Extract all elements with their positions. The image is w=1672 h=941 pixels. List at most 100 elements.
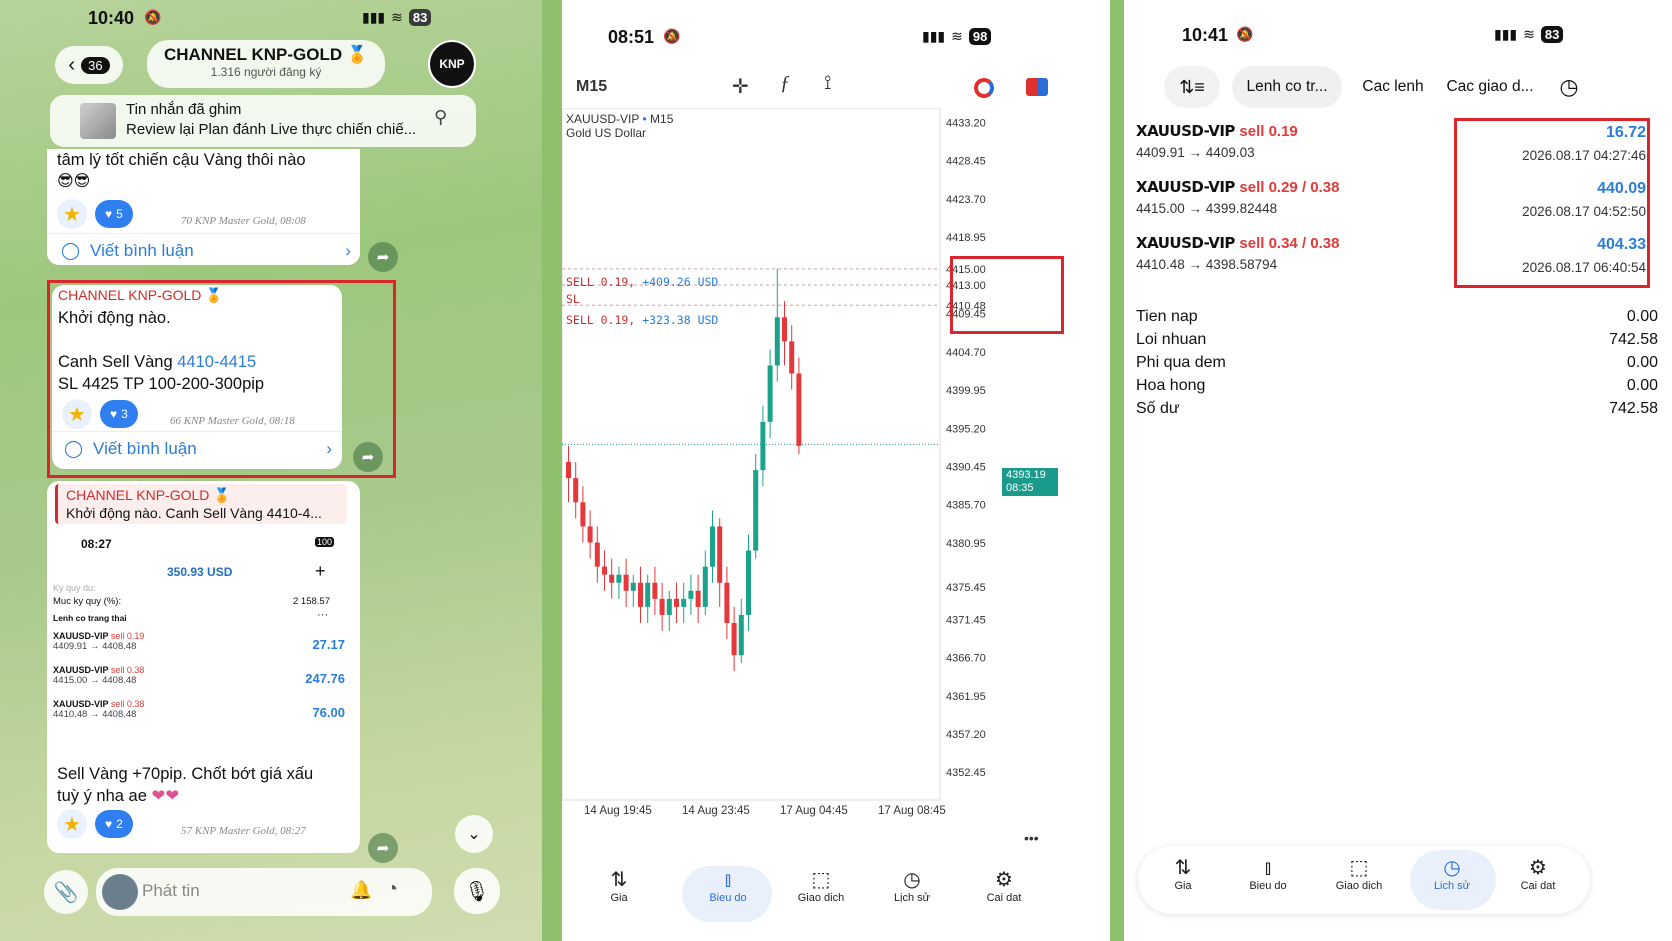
channel-avatar[interactable]: KNP (428, 40, 476, 88)
medal-icon: 🏅 (213, 487, 231, 503)
voice-button[interactable]: 🎙 (454, 868, 500, 914)
message-input[interactable]: Phát tin 🔔 ◔ (96, 868, 432, 916)
nav-gia[interactable]: ⇅ Gia (1158, 856, 1208, 892)
position-line-label[interactable]: SELL 0.19, +409.26 USD (566, 275, 718, 289)
more-icon[interactable]: ••• (1024, 830, 1039, 846)
attach-button[interactable]: 📎 (44, 870, 88, 914)
crosshair-icon[interactable]: ✛ (732, 74, 749, 99)
candle-body (731, 622, 737, 656)
candle-body (796, 373, 802, 446)
status-time: 10:40 (88, 8, 135, 28)
status-icons: ▮▮▮ ≋ 83 (362, 9, 432, 26)
battery: 83 (1540, 26, 1564, 43)
position-line-label[interactable]: SELL 0.19, +323.38 USD (566, 313, 718, 327)
y-tick-label: 4433.20 (946, 117, 986, 129)
star-reaction-icon[interactable]: ★ (57, 199, 87, 229)
inner-label: Ky quy du: (53, 583, 96, 593)
nav-cai-dat[interactable]: ⚙ Cai dat (1508, 856, 1568, 892)
summary-row: Phi qua dem 0.00 (1136, 354, 1658, 371)
chevron-down-icon: ⌄ (467, 826, 481, 843)
status-icons: ▮▮▮ ≋ 98 (922, 28, 992, 45)
nav-lich-su[interactable]: ◷ Lich sử (1422, 856, 1482, 892)
inner-balance: 350.93 USD (167, 565, 233, 579)
scroll-down-button[interactable]: ⌄ (455, 815, 493, 853)
chart-area[interactable]: 4433.20 4428.45 4423.70 4418.95 4415.00 4413.… (562, 108, 1110, 858)
candle-body (710, 526, 715, 567)
tab-open-positions[interactable]: Lenh co tr... (1232, 66, 1342, 108)
current-price-tag: 4393.19 08:35 (1002, 468, 1058, 496)
objects-icon[interactable]: ⟟ (824, 72, 831, 95)
summary: Tien nap 0.00 Loi nhuan 742.58 Phi qua dem… (1136, 308, 1668, 423)
pinned-message-bar[interactable]: Tin nhắn đã ghim Review lại Plan đánh Li… (50, 95, 476, 147)
heart-count: 2 (116, 817, 123, 831)
trend-icon: ⬚ (1349, 857, 1369, 879)
trade-toggle-icon[interactable] (974, 78, 994, 98)
sort-icon: ⇅≡ (1179, 76, 1205, 97)
message-text: tâm lý tốt chiến cậu Vàng thôi nào (57, 151, 306, 169)
nav-giao-dich[interactable]: ⬚ Giao dich (1324, 856, 1394, 892)
candle-body (594, 542, 600, 567)
y-tick-label: 4418.95 (946, 232, 986, 244)
tab-orders[interactable]: Cac lenh (1348, 66, 1438, 108)
comment-button[interactable]: ◯ Viết bình luận › (61, 241, 351, 261)
sort-button[interactable]: ⇅≡ (1164, 66, 1220, 108)
candle-body (681, 598, 687, 607)
heart-reaction[interactable]: ♥ 2 (95, 810, 133, 838)
heart-count: 5 (116, 207, 123, 221)
period-button[interactable]: ◷ (1544, 66, 1594, 108)
nav-bieu-do[interactable]: ⫾ Bieu do (698, 868, 758, 904)
updown-arrows-icon: ⇅ (1174, 857, 1192, 879)
indicator-icon[interactable]: ƒ (780, 72, 790, 95)
forward-button[interactable]: ➦ (368, 833, 398, 863)
nav-lich-su[interactable]: ◷ Lịch sử (882, 868, 942, 904)
sl-line-label[interactable]: SL (566, 292, 580, 306)
attached-screenshot[interactable]: 08:27 100 350.93 USD + Ky quy du: Muc ky… (49, 531, 358, 731)
chevron-left-icon: ‹ (68, 53, 76, 76)
timeframe-selector[interactable]: M15 (576, 78, 607, 96)
heart-reaction[interactable]: ♥ 5 (95, 200, 133, 228)
nav-bieu-do[interactable]: ⫾ Bieu do (1238, 856, 1298, 892)
forward-button[interactable]: ➦ (368, 242, 398, 272)
pinned-title: Tin nhắn đã ghim (126, 101, 242, 118)
heart-icon: ♥ (105, 207, 113, 221)
candle-body (623, 574, 629, 591)
y-tick-label: 4357.20 (946, 729, 986, 741)
nav-giao-dich[interactable]: ⬚ Giao dich (786, 868, 856, 904)
divider (47, 233, 360, 234)
candle-body (666, 598, 672, 615)
telegram-screen: 10:40 🔕 ▮▮▮ ≋ 83 ‹ 36 CHANNEL KNP-GOLD 🏅… (0, 0, 542, 941)
y-tick-label: 4399.95 (946, 385, 986, 397)
y-tick-label: 4390.45 (946, 461, 986, 473)
wifi-icon: ≋ (951, 28, 963, 44)
status-time: 08:51 (608, 27, 655, 47)
microphone-icon: 🎙 (464, 880, 490, 903)
tab-deals[interactable]: Cac giao d... (1440, 66, 1540, 108)
highlight-box (1454, 118, 1650, 288)
channel-header[interactable]: CHANNEL KNP-GOLD 🏅 1.316 người đăng ký (147, 40, 385, 88)
symbol-description: Gold US Dollar (566, 126, 647, 140)
back-button[interactable]: ‹ 36 (55, 46, 123, 84)
wifi-icon: ≋ (391, 9, 403, 25)
pin-list-icon[interactable]: ⚲ (434, 107, 447, 128)
one-click-trade-icon[interactable] (1026, 78, 1048, 96)
inner-battery: 100 (315, 537, 335, 547)
inner-label: Muc ky quy (%): (53, 596, 122, 607)
candle-body (659, 598, 665, 615)
reactions[interactable]: ★ ♥ 2 (57, 809, 133, 839)
candle-body (789, 341, 795, 374)
paperclip-icon: 📎 (53, 881, 79, 904)
candle-body (580, 502, 586, 527)
reactions[interactable]: ★ ♥ 5 (57, 199, 133, 229)
candle-body (566, 462, 571, 479)
reply-preview[interactable]: CHANNEL KNP-GOLD 🏅 Khởi động nào. Canh S… (55, 484, 347, 524)
bell-icon[interactable]: 🔔 (350, 880, 372, 901)
history-icon: ◷ (903, 869, 921, 891)
y-tick-label: 4366.70 (946, 653, 986, 665)
inner-row: XAUUSD-VIP sell 0.38 4410.48 → 4408.48 7… (53, 699, 345, 720)
star-reaction-icon[interactable]: ★ (57, 809, 87, 839)
sticker-icon[interactable]: ◔ (386, 878, 398, 901)
x-tick-label: 14 Aug 19:45 (584, 805, 652, 817)
candles-icon: ⫾ (1264, 857, 1272, 879)
nav-cai-dat[interactable]: ⚙ Cai dat (974, 868, 1034, 904)
nav-gia[interactable]: ⇅ Gia (594, 868, 644, 904)
